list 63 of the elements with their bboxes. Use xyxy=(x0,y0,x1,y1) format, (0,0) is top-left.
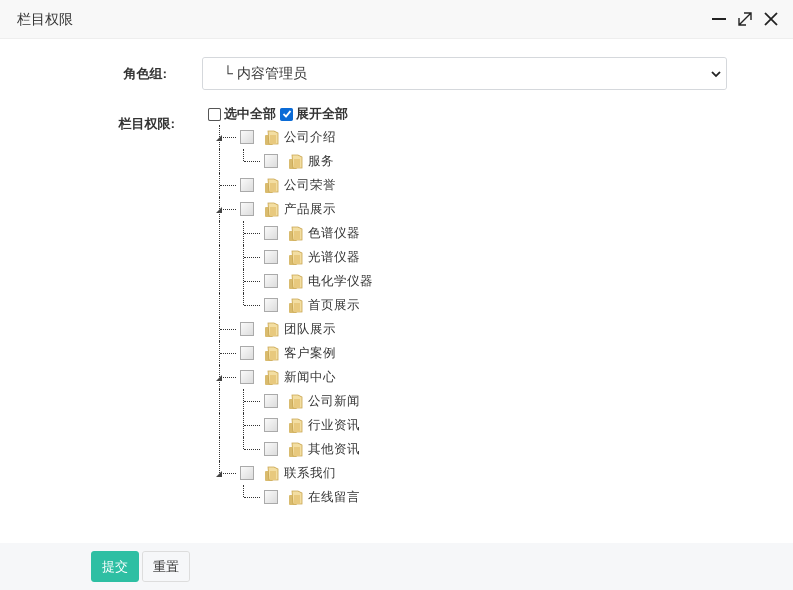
collapse-toggle-icon[interactable] xyxy=(216,135,222,141)
field-label: 角色组: xyxy=(122,64,168,83)
role-group-select[interactable]: └ 内容管理员 xyxy=(202,57,727,90)
folder-icon xyxy=(287,416,304,434)
tree-node-label[interactable]: 电化学仪器 xyxy=(308,272,373,290)
folder-icon xyxy=(287,248,304,266)
checkbox[interactable] xyxy=(264,250,278,264)
collapse-toggle-icon[interactable] xyxy=(216,471,222,477)
checkbox[interactable] xyxy=(240,322,254,336)
tree-node-label[interactable]: 公司介绍 xyxy=(284,128,336,146)
tree-node-label[interactable]: 新闻中心 xyxy=(284,368,336,386)
checkbox[interactable] xyxy=(240,346,254,360)
checkbox-label: 展开全部 xyxy=(296,105,348,124)
tree-node-label[interactable]: 色谱仪器 xyxy=(308,224,360,242)
tree-node-label[interactable]: 行业资讯 xyxy=(308,416,360,434)
folder-icon xyxy=(263,176,280,194)
checkbox[interactable] xyxy=(240,178,254,192)
tree-node-label[interactable]: 在线留言 xyxy=(308,488,360,506)
tree-node-label[interactable]: 客户案例 xyxy=(284,344,336,362)
checkbox[interactable] xyxy=(264,274,278,288)
folder-icon xyxy=(263,344,280,362)
tree-node-label[interactable]: 首页展示 xyxy=(308,296,360,314)
window-title: 栏目权限 xyxy=(17,10,73,28)
folder-icon xyxy=(263,320,280,338)
checkbox[interactable] xyxy=(240,466,254,480)
checkbox[interactable] xyxy=(264,394,278,408)
tree-node-label[interactable]: 其他资讯 xyxy=(308,440,360,458)
folder-icon xyxy=(287,488,304,506)
checkbox[interactable] xyxy=(280,108,293,120)
maximize-icon[interactable] xyxy=(737,11,753,27)
tree-node-label[interactable]: 团队展示 xyxy=(284,320,336,338)
collapse-toggle-icon[interactable] xyxy=(216,207,222,213)
tree-node-label[interactable]: 公司新闻 xyxy=(308,392,360,410)
folder-icon xyxy=(287,296,304,314)
folder-icon xyxy=(287,392,304,410)
checkbox-label: 选中全部 xyxy=(224,105,276,124)
checkbox[interactable] xyxy=(264,418,278,432)
tree-node-label[interactable]: 公司荣誉 xyxy=(284,176,336,194)
folder-icon xyxy=(263,128,280,146)
folder-icon xyxy=(287,440,304,458)
field-label: 栏目权限: xyxy=(117,115,175,133)
checkbox[interactable] xyxy=(264,154,278,168)
tree-node-label[interactable]: 光谱仪器 xyxy=(308,248,360,266)
checkbox[interactable] xyxy=(240,130,254,144)
folder-icon xyxy=(263,368,280,386)
collapse-toggle-icon[interactable] xyxy=(216,375,222,381)
folder-icon xyxy=(263,464,280,482)
tree-node-label[interactable]: 联系我们 xyxy=(284,464,336,482)
tree-node-label[interactable]: 产品展示 xyxy=(284,200,336,218)
folder-icon xyxy=(287,224,304,242)
checkbox[interactable] xyxy=(240,370,254,384)
checkbox[interactable] xyxy=(264,442,278,456)
checkbox[interactable] xyxy=(264,490,278,504)
folder-icon xyxy=(263,200,280,218)
checkbox[interactable] xyxy=(208,108,221,120)
folder-icon xyxy=(287,152,304,170)
checkbox[interactable] xyxy=(264,298,278,312)
close-icon[interactable] xyxy=(763,11,779,27)
folder-icon xyxy=(287,272,304,290)
checkbox[interactable] xyxy=(264,226,278,240)
checkbox[interactable] xyxy=(240,202,254,216)
tree-node-label[interactable]: 服务 xyxy=(308,152,334,170)
reset-button[interactable]: 重置 xyxy=(142,551,190,582)
